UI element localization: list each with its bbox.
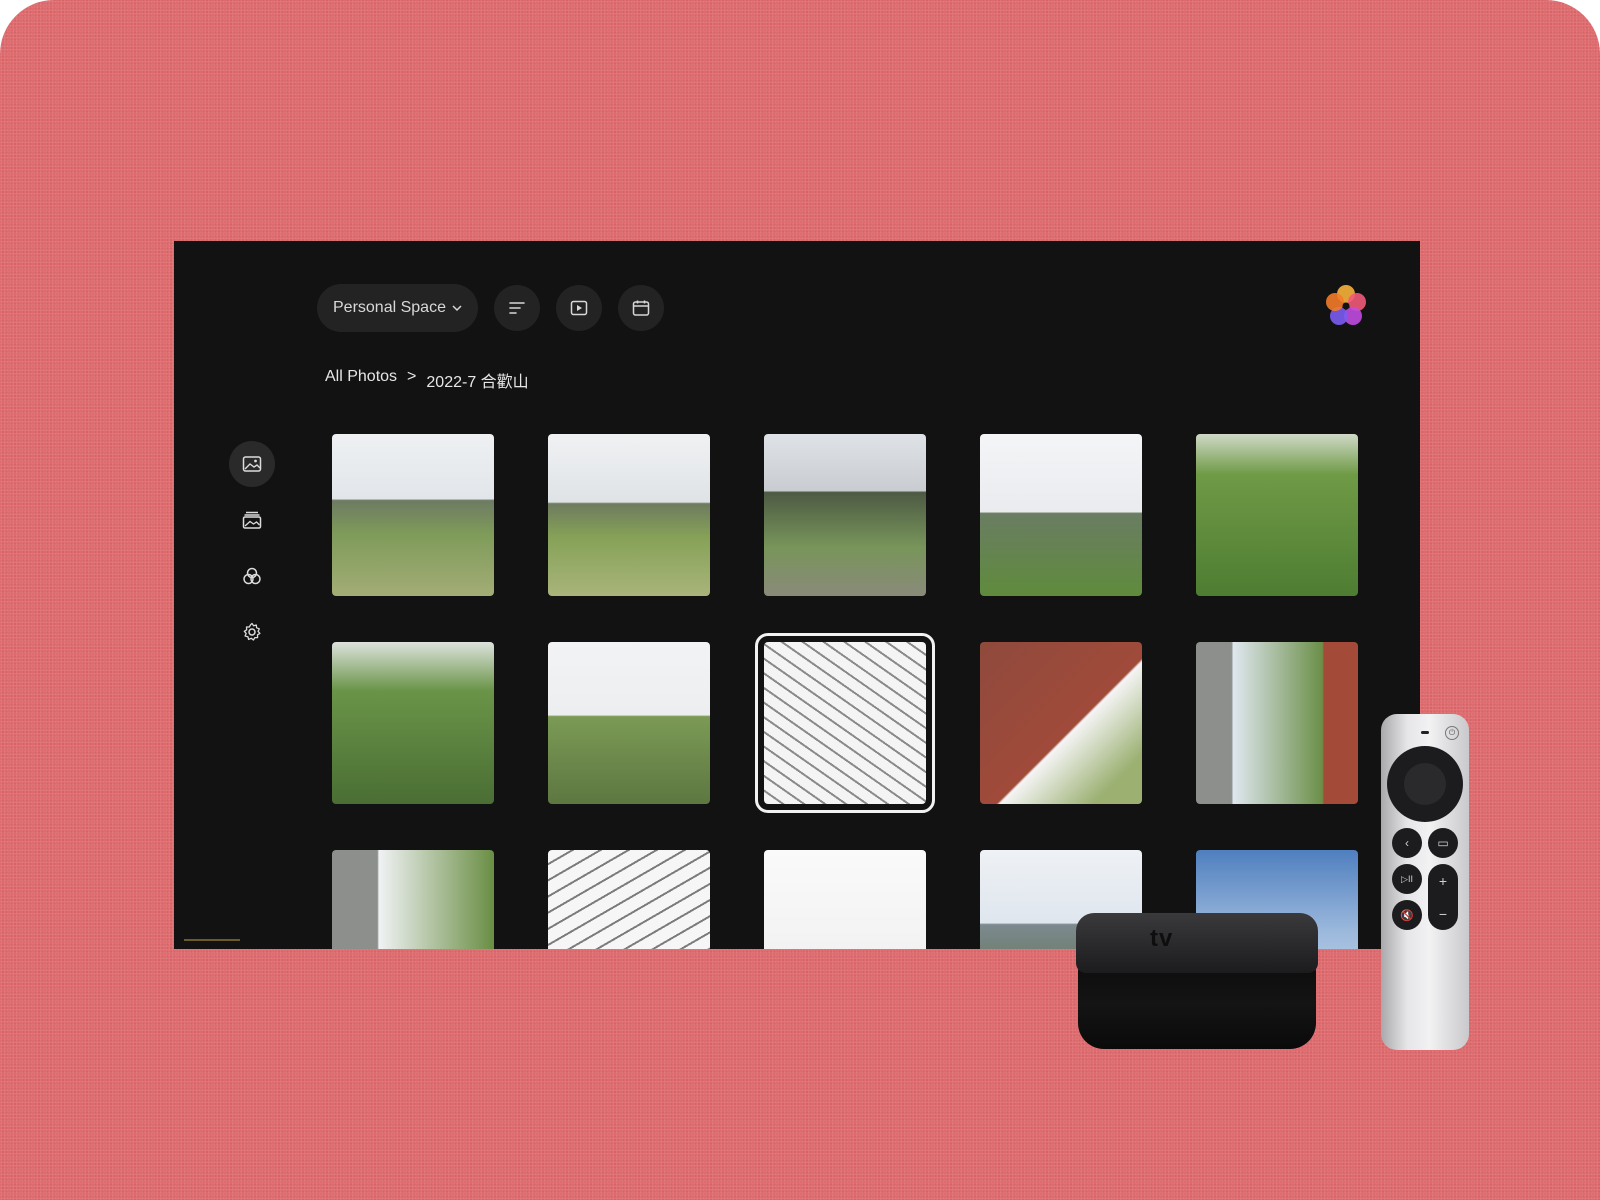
- slideshow-button[interactable]: [555, 285, 602, 331]
- people-icon: [243, 567, 261, 585]
- flower-logo-icon: [1326, 285, 1366, 325]
- photo-tile-mountain-ridge[interactable]: [332, 434, 494, 596]
- apple-tv-box: tv: [1076, 913, 1318, 1049]
- sort-icon: [509, 302, 525, 314]
- photo-tile-hiker-in-ruin-2[interactable]: [332, 850, 494, 949]
- remote-clickpad: [1387, 746, 1463, 822]
- mute-icon: 🔇: [1400, 909, 1414, 922]
- slideshow-icon: [570, 300, 588, 316]
- apple-tv-mark: tv: [1150, 925, 1174, 952]
- remote-mute-button: 🔇: [1392, 900, 1422, 930]
- play-pause-icon: ▷II: [1401, 873, 1413, 884]
- remote-volume-rocker: + −: [1428, 864, 1458, 930]
- photo-tile-steel-truss[interactable]: [548, 850, 710, 949]
- photo-grid: [332, 434, 1358, 949]
- photo-tile-group-at-sign[interactable]: [332, 642, 494, 804]
- remote-play-pause-button: ▷II: [1392, 864, 1422, 894]
- sort-button[interactable]: [493, 285, 540, 331]
- photo-tile-mountain-ridge-2[interactable]: [548, 434, 710, 596]
- tv-screen: Personal Space All Photos > 2022-7 合歡山: [174, 241, 1420, 949]
- breadcrumb-current: 2022-7 合歡山: [426, 374, 529, 391]
- sidebar-item-people[interactable]: [229, 553, 275, 599]
- power-icon: ⏻: [1445, 726, 1459, 740]
- photo-tile-hiker-on-trail[interactable]: [764, 434, 926, 596]
- space-selector-label: Personal Space: [333, 299, 446, 316]
- photo-tile-hiker-photographing[interactable]: [764, 850, 926, 949]
- albums-icon: [242, 511, 262, 529]
- calendar-icon: [632, 300, 650, 316]
- remote-tv-button: ▭: [1428, 828, 1458, 858]
- breadcrumb-root[interactable]: All Photos: [325, 368, 397, 392]
- breadcrumb: All Photos > 2022-7 合歡山: [325, 368, 529, 392]
- photo-tile-rusty-beam[interactable]: [980, 642, 1142, 804]
- sidebar: [229, 441, 275, 665]
- space-selector[interactable]: Personal Space: [317, 284, 478, 332]
- apple-tv-logo-icon: tv: [1150, 925, 1173, 953]
- back-icon: ‹: [1405, 836, 1409, 850]
- remote-clickpad-center: [1404, 763, 1446, 805]
- sidebar-item-albums[interactable]: [229, 497, 275, 543]
- scroll-indicator: [184, 939, 240, 941]
- volume-up-icon: +: [1438, 872, 1448, 889]
- photos-icon: [242, 456, 262, 472]
- chevron-down-icon: [452, 305, 462, 312]
- photo-tile-rusty-tower-focused[interactable]: [755, 633, 935, 813]
- photo-tile-hikers-taking-photos[interactable]: [548, 642, 710, 804]
- remote-mic-icon: [1421, 731, 1429, 734]
- sidebar-item-photos[interactable]: [229, 441, 275, 487]
- breadcrumb-separator: >: [407, 368, 417, 385]
- remote-back-button: ‹: [1392, 828, 1422, 858]
- sidebar-item-settings[interactable]: [229, 609, 275, 655]
- calendar-button[interactable]: [617, 285, 664, 331]
- tv-icon: ▭: [1437, 836, 1449, 850]
- photo-tile-hikers-by-sign[interactable]: [1196, 434, 1358, 596]
- siri-remote: ⏻ ‹ ▭ ▷II 🔇 + −: [1381, 714, 1469, 1050]
- photo-tile-selfie-waving[interactable]: [980, 434, 1142, 596]
- apple-tv-top: tv: [1076, 913, 1318, 973]
- photo-tile-hiker-in-ruin[interactable]: [1196, 642, 1358, 804]
- top-toolbar: Personal Space: [317, 284, 664, 332]
- settings-icon: [243, 622, 261, 641]
- volume-down-icon: −: [1438, 905, 1448, 922]
